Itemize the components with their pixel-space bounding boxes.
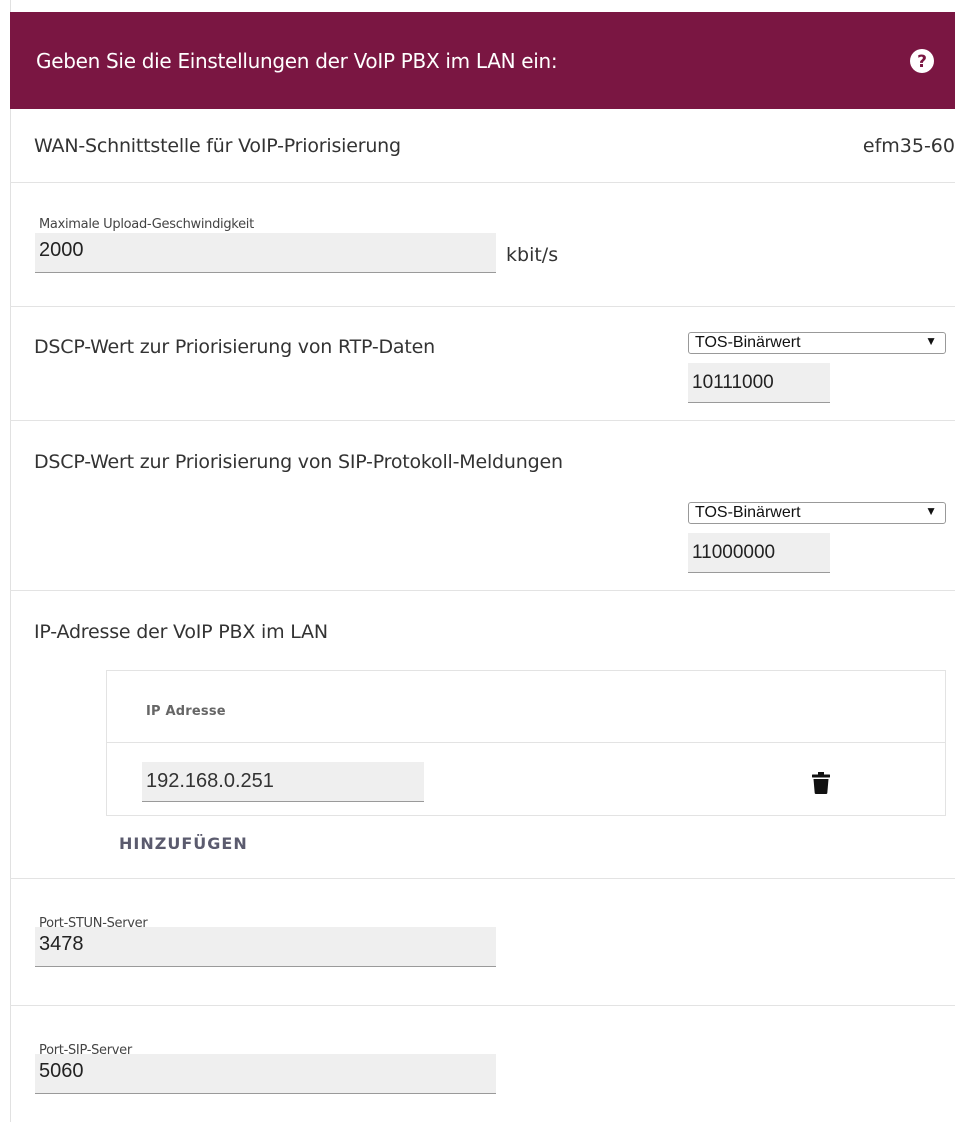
sip-dscp-select-value: TOS-Binärwert [695,504,801,521]
sip-port-row: Port-SIP-Server 5060 [10,1006,955,1131]
svg-text:?: ? [917,52,927,72]
question-circle-icon[interactable]: ? [909,48,935,74]
pbx-ip-label: IP-Adresse der VoIP PBX im LAN [34,621,328,643]
ip-column-header: IP Adresse [146,704,226,719]
rtp-dscp-select-value: TOS-Binärwert [695,334,801,351]
sip-dscp-value-input[interactable]: 11000000 [688,533,830,573]
wan-interface-label: WAN-Schnittstelle für VoIP-Priorisierung [34,135,401,157]
table-row: 192.168.0.251 [107,743,945,816]
upload-speed-input[interactable]: 2000 [35,233,496,273]
pbx-ip-row: IP-Adresse der VoIP PBX im LAN IP Adress… [10,591,955,879]
rtp-dscp-select[interactable]: TOS-Binärwert ▼ [688,332,946,354]
stun-port-row: Port-STUN-Server 3478 [10,879,955,1006]
upload-speed-label: Maximale Upload-Geschwindigkeit [39,217,254,232]
ip-table-header: IP Adresse [107,671,945,743]
rtp-dscp-row: DSCP-Wert zur Priorisierung von RTP-Date… [10,307,955,421]
ip-address-input[interactable]: 192.168.0.251 [142,762,424,802]
settings-panel: Geben Sie die Einstellungen der VoIP PBX… [10,12,955,1131]
rtp-dscp-value-input[interactable]: 10111000 [688,363,830,403]
sip-port-input[interactable]: 5060 [35,1054,496,1094]
upload-speed-unit: kbit/s [506,244,559,266]
wan-interface-value: efm35-60 [862,135,955,157]
panel-header: Geben Sie die Einstellungen der VoIP PBX… [10,12,955,109]
trash-icon[interactable] [812,772,830,794]
sip-dscp-select[interactable]: TOS-Binärwert ▼ [688,502,946,524]
panel-title: Geben Sie die Einstellungen der VoIP PBX… [36,48,558,73]
sip-dscp-row: DSCP-Wert zur Priorisierung von SIP-Prot… [10,421,955,591]
dropdown-arrow-icon: ▼ [925,504,937,518]
wan-interface-row: WAN-Schnittstelle für VoIP-Priorisierung… [10,109,955,183]
sip-dscp-label: DSCP-Wert zur Priorisierung von SIP-Prot… [34,451,563,473]
upload-speed-row: Maximale Upload-Geschwindigkeit 2000 kbi… [10,183,955,307]
rtp-dscp-label: DSCP-Wert zur Priorisierung von RTP-Date… [34,336,435,358]
ip-address-table: IP Adresse 192.168.0.251 [106,670,946,816]
dropdown-arrow-icon: ▼ [925,334,937,348]
stun-port-input[interactable]: 3478 [35,927,496,967]
add-button[interactable]: HINZUFÜGEN [119,834,248,853]
